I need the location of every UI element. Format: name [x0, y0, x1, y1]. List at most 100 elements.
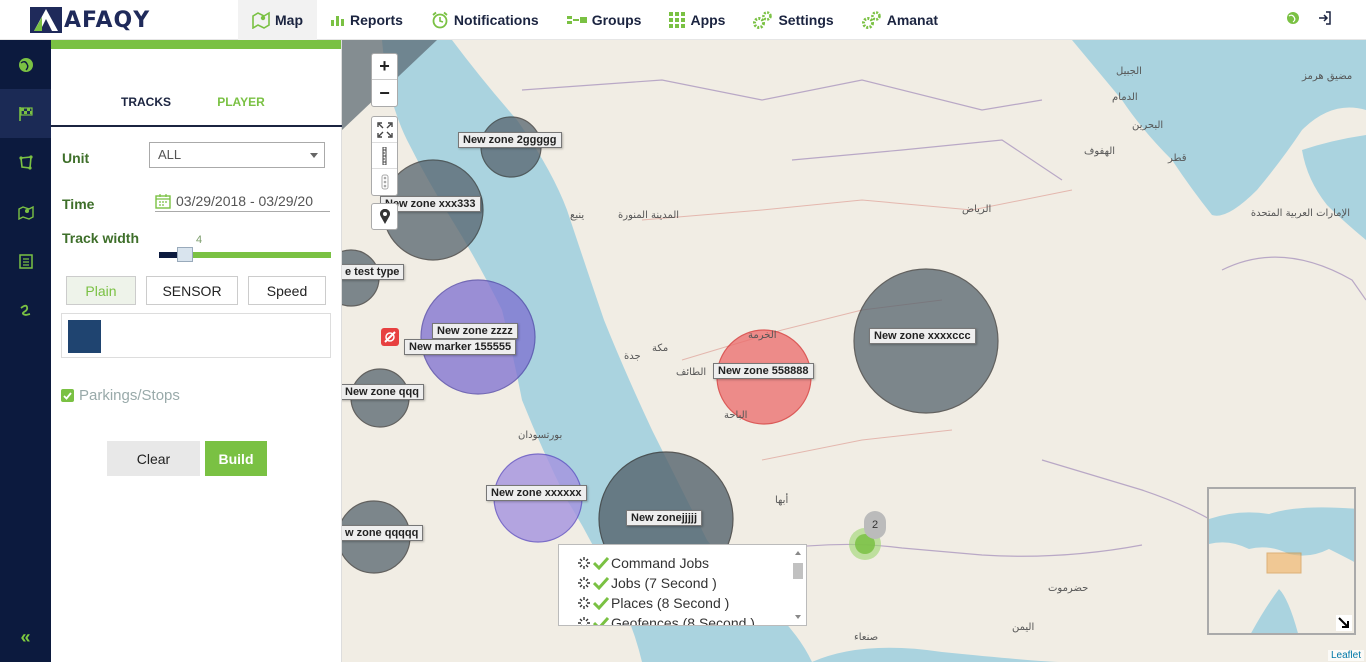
zoom-control: + −	[371, 53, 398, 107]
nav-reports[interactable]: Reports	[317, 0, 417, 40]
logout-icon[interactable]	[1318, 11, 1332, 30]
track-color-swatch[interactable]	[68, 320, 101, 353]
zone-label[interactable]: New zone qqq	[342, 384, 424, 400]
overview-minimap[interactable]	[1207, 487, 1356, 635]
double-chevron-left-icon: «	[20, 627, 31, 647]
ruler-button[interactable]	[372, 143, 397, 169]
city-yanbu: ينبع	[570, 210, 585, 221]
spinner-icon	[578, 577, 590, 589]
scrollbar[interactable]	[792, 549, 804, 621]
tab-tracks[interactable]: TRACKS	[106, 79, 186, 125]
job-row: Command Jobs	[559, 553, 806, 573]
collapse-rail-button[interactable]: «	[0, 627, 51, 648]
nav-amanat[interactable]: Amanat	[848, 0, 952, 40]
fullscreen-button[interactable]	[372, 117, 397, 143]
globe-icon[interactable]	[1286, 11, 1300, 30]
city-baha: الباحة	[724, 410, 748, 421]
zone-label[interactable]: New zone 558888	[713, 363, 814, 379]
gears-icon	[861, 11, 882, 29]
minimap-toggle-button[interactable]	[1336, 615, 1352, 631]
zone-label[interactable]: w zone qqqqq	[342, 525, 424, 541]
main-nav: Map Reports Notifications Groups Apps Se…	[238, 0, 952, 40]
city-yemen: اليمن	[1012, 622, 1035, 633]
mode-speed-button[interactable]: Speed	[248, 276, 326, 305]
locate-button[interactable]	[371, 203, 398, 230]
nav-groups[interactable]: Groups	[553, 0, 656, 40]
cluster-badge[interactable]: 2	[864, 511, 886, 539]
rail-places[interactable]	[0, 187, 51, 236]
nav-apps[interactable]: Apps	[655, 0, 739, 40]
map-tools	[371, 116, 398, 196]
top-right-tools	[1286, 11, 1332, 30]
zone-label[interactable]: New zonejjjjj	[626, 510, 703, 526]
check-icon	[593, 556, 609, 570]
traffic-button[interactable]	[372, 169, 397, 195]
spinner-icon	[578, 617, 590, 625]
zone-label[interactable]: New zone xxxxccc	[869, 328, 976, 344]
city-khurma: الخرمة	[748, 330, 777, 341]
time-range-input[interactable]: 03/29/2018 - 03/29/20	[155, 190, 330, 212]
rail-route[interactable]	[0, 285, 51, 334]
panel-accent-bar	[51, 40, 341, 49]
slider-handle[interactable]	[177, 247, 193, 262]
marker-label[interactable]: New marker 155555	[404, 339, 517, 355]
nav-notifications[interactable]: Notifications	[417, 0, 553, 40]
country-qatar: قطر	[1168, 153, 1187, 164]
country-bahrain: البحرين	[1132, 120, 1164, 131]
track-width-slider[interactable]	[159, 247, 331, 262]
bar-chart-icon	[331, 14, 345, 26]
parkings-checkbox[interactable]	[61, 389, 74, 402]
time-label: Time	[62, 196, 95, 212]
nav-groups-label: Groups	[591, 12, 642, 28]
jobs-status-panel: Command Jobs Jobs (7 Second ) Places (8 …	[558, 544, 807, 626]
caret-down-icon	[310, 153, 318, 158]
track-width-label: Track width	[62, 230, 140, 246]
city-portsudan: بورتسودان	[518, 430, 563, 441]
nav-map[interactable]: Map	[238, 0, 317, 40]
mode-plain-button[interactable]: Plain	[66, 276, 136, 305]
attribution-link[interactable]: Leaflet	[1327, 650, 1364, 661]
zoom-out-button[interactable]: −	[372, 80, 397, 106]
left-rail: «	[0, 40, 51, 662]
spinner-icon	[578, 597, 590, 609]
parkings-checkbox-row[interactable]: Parkings/Stops	[61, 387, 180, 404]
rail-jobs[interactable]	[0, 236, 51, 285]
groups-icon	[566, 14, 587, 26]
ruler-icon	[382, 146, 386, 165]
job-row: Jobs (7 Second )	[559, 573, 806, 593]
globe-icon	[18, 57, 33, 72]
map-canvas[interactable]: الرياض المدينة المنورة ينبع مكة جدة الطا…	[342, 40, 1366, 662]
clipboard-icon	[18, 253, 33, 269]
zone-label[interactable]: e test type	[342, 264, 405, 280]
rail-geofences[interactable]	[0, 138, 51, 187]
unit-select[interactable]: ALL	[149, 142, 325, 168]
top-bar: AFAQY Map Reports Notifications Groups A…	[0, 0, 1366, 40]
tracks-panel: TRACKS PLAYER Unit ALL Time 03/29/2018 -…	[51, 40, 342, 662]
zone-label[interactable]: New zone 2ggggg	[458, 132, 562, 148]
strait-hormuz: مضيق هرمز	[1302, 71, 1353, 82]
zone-label[interactable]: New zone xxxxxx	[486, 485, 587, 501]
city-jeddah: جدة	[624, 351, 641, 362]
minimap-layer	[1209, 489, 1354, 633]
polygon-icon	[18, 154, 33, 170]
rail-tracks[interactable]	[0, 89, 51, 138]
check-icon	[593, 596, 609, 610]
expand-icon	[376, 121, 393, 138]
checkered-flag-icon	[18, 106, 33, 121]
afaqy-logo[interactable]: AFAQY	[30, 7, 150, 33]
map-icon	[252, 11, 270, 29]
gears-icon	[753, 11, 773, 29]
zone-label[interactable]: New zone zzzz	[432, 323, 518, 339]
mode-sensor-button[interactable]: SENSOR	[146, 276, 238, 305]
nav-map-label: Map	[275, 12, 303, 28]
spinner-icon	[578, 557, 590, 569]
job-row: Places (8 Second )	[559, 593, 806, 613]
build-button[interactable]: Build	[205, 441, 267, 476]
job-label: Places (8 Second )	[611, 595, 730, 611]
rail-globe[interactable]	[0, 40, 51, 89]
nav-settings[interactable]: Settings	[739, 0, 847, 40]
zoom-in-button[interactable]: +	[372, 54, 397, 80]
clear-button[interactable]: Clear	[107, 441, 200, 476]
tab-player[interactable]: PLAYER	[186, 79, 296, 125]
job-row: Geofences (8 Second )	[559, 613, 806, 625]
